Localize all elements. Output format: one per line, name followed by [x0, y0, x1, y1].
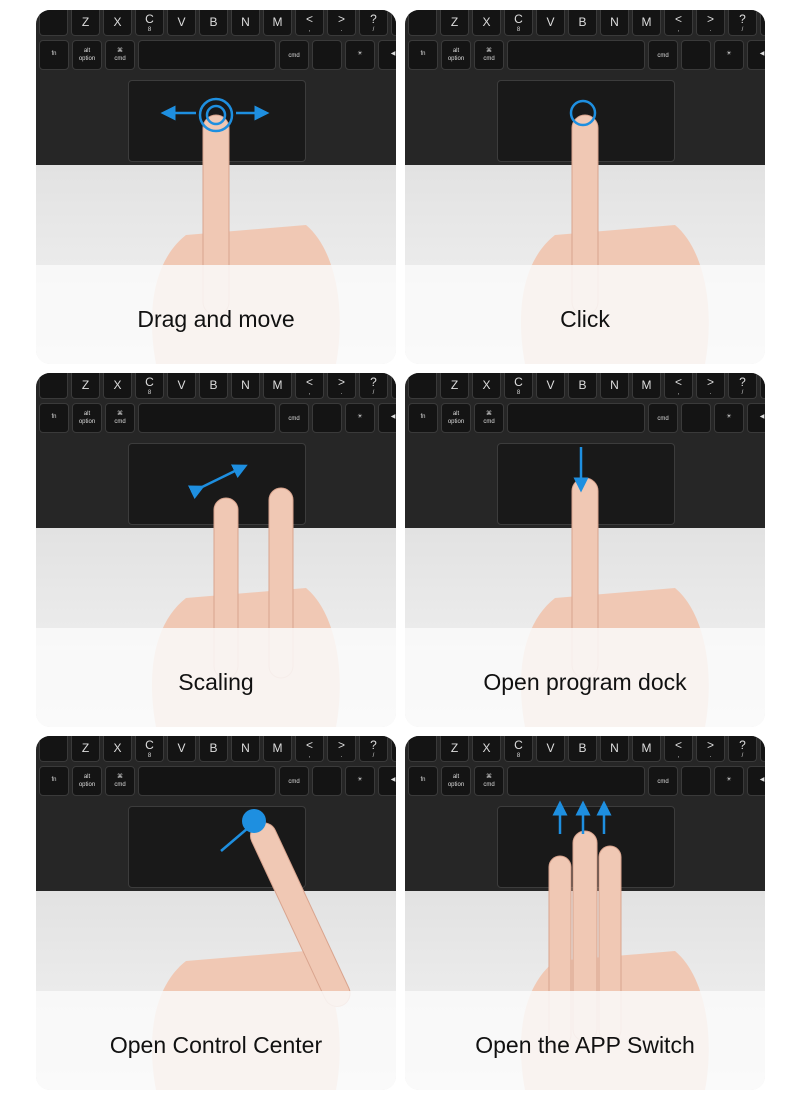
corner-tap-icon [220, 809, 266, 852]
gesture-label: Open the APP Switch [475, 1032, 695, 1058]
gesture-panel-pinch: ZXC8VBNM<,>.?/fnaltoption⌘cmdcmd☀◀▲▼ Sca… [36, 373, 396, 727]
gesture-panel-three-finger-up: ZXC8VBNM<,>.?/fnaltoption⌘cmdcmd☀◀▲▼ Ope… [405, 736, 765, 1090]
gesture-panel-click: ZXC8VBNM<,>.?/fnaltoption⌘cmdcmd☀◀▲▼ Cli… [405, 10, 765, 364]
gesture-panel-swipe-down: ZXC8VBNM<,>.?/fnaltoption⌘cmdcmd☀◀▲▼ Ope… [405, 373, 765, 727]
pinch-arrow-icon [187, 464, 248, 500]
gesture-label: Click [560, 306, 610, 332]
gesture-panel-corner: ZXC8VBNM<,>.?/fnaltoption⌘cmdcmd☀◀▲▼ Ope… [36, 736, 396, 1090]
gesture-panel-drag: ZXC8VBNM<,>.?/fnaltoption⌘cmdcmd☀◀▲▼ Dra… [36, 10, 396, 364]
gesture-label: Drag and move [137, 306, 295, 332]
drag-arrows-icon [160, 97, 270, 133]
gesture-label: Open program dock [483, 669, 687, 695]
tap-ring-icon [569, 99, 597, 127]
gesture-label: Open Control Center [109, 1032, 323, 1058]
three-up-arrows-icon [552, 800, 612, 834]
gesture-label: Scaling [178, 669, 254, 695]
